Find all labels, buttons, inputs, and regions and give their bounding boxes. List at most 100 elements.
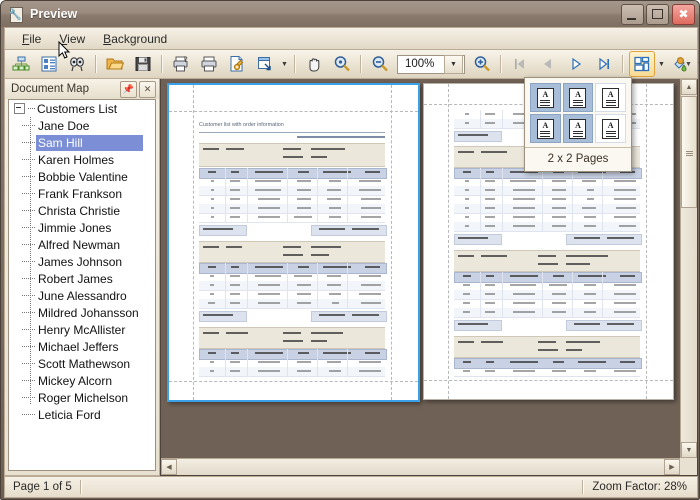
page-glyph: A	[570, 91, 585, 99]
menu-item-background[interactable]: Background	[94, 30, 176, 48]
tree-item-sam-hill[interactable]: Sam Hill	[9, 134, 155, 151]
tree-dash	[28, 108, 35, 110]
close-icon[interactable]: ✕	[139, 81, 156, 98]
page-thumbnail-icon: A	[569, 119, 586, 139]
tree-twig	[22, 414, 35, 415]
tree-item-mickey-alcorn[interactable]: Mickey Alcorn	[9, 372, 155, 389]
zoom-out-icon[interactable]	[367, 51, 393, 77]
preview-page-1[interactable]: Customer list with order information	[167, 83, 420, 402]
page-glyph: A	[538, 122, 553, 130]
scroll-up-button[interactable]: ▲	[681, 79, 697, 95]
open-icon[interactable]	[102, 51, 128, 77]
multiple-pages-cell-1[interactable]: A	[530, 83, 561, 112]
status-page-indicator: Page 1 of 5	[5, 481, 72, 493]
export-dropdown-caret[interactable]: ▼	[279, 52, 290, 76]
tree-root-label: Customers List	[37, 102, 117, 116]
background-color-dropdown-caret[interactable]: ▼	[695, 52, 700, 76]
tree-item-leticia-ford[interactable]: Leticia Ford	[9, 406, 155, 423]
scrollbar-corner	[680, 458, 697, 475]
save-icon[interactable]	[130, 51, 156, 77]
zoom-combo[interactable]: 100% ▼	[397, 55, 465, 74]
tree-item-scott-mathewson[interactable]: Scott Mathewson	[9, 355, 155, 372]
preview-app-icon: 🔧	[8, 6, 24, 22]
tree-item-label: Jimmie Jones	[38, 221, 115, 235]
toolbar-overflow-button[interactable]: ▼	[682, 53, 695, 75]
collapse-expander-icon[interactable]	[14, 103, 25, 114]
toolbar-separator	[622, 55, 624, 73]
multiple-pages-grid[interactable]: AAAAAA	[525, 78, 631, 147]
close-button[interactable]: ✖	[672, 4, 695, 25]
scroll-right-button[interactable]: ▶	[664, 459, 680, 475]
tree-item-christa-christie[interactable]: Christa Christie	[9, 202, 155, 219]
menu-item-view[interactable]: View	[50, 30, 94, 48]
tree-item-bobbie-valentine[interactable]: Bobbie Valentine	[9, 168, 155, 185]
vertical-scroll-thumb[interactable]	[681, 96, 697, 208]
scroll-down-button[interactable]: ▼	[681, 442, 697, 458]
next-page-icon[interactable]	[563, 51, 589, 77]
print-dialog-icon[interactable]: ?	[168, 51, 194, 77]
page-line	[606, 136, 616, 137]
multiple-pages-cell-4[interactable]: A	[530, 114, 561, 143]
page-thumbnail-icon: A	[602, 119, 619, 139]
search-icon[interactable]	[64, 51, 90, 77]
zoom-dropdown-caret[interactable]: ▼	[444, 55, 463, 74]
tree-twig	[22, 244, 35, 245]
horizontal-scrollbar[interactable]: ◀ ▶	[161, 458, 680, 475]
menu-bar: File View Background	[4, 27, 698, 49]
first-page-icon[interactable]	[507, 51, 533, 77]
thumbnails-icon[interactable]	[36, 51, 62, 77]
maximize-button[interactable]	[646, 4, 669, 25]
page-line	[606, 105, 616, 106]
tree-item-robert-james[interactable]: Robert James	[9, 270, 155, 287]
export-icon[interactable]	[252, 51, 278, 77]
tree-item-karen-holmes[interactable]: Karen Holmes	[9, 151, 155, 168]
last-page-icon[interactable]	[591, 51, 617, 77]
tree-item-june-alessandro[interactable]: June Alessandro	[9, 287, 155, 304]
tree-item-label: Christa Christie	[38, 204, 124, 218]
tree-item-jimmie-jones[interactable]: Jimmie Jones	[9, 219, 155, 236]
page-glyph: A	[603, 122, 618, 130]
tree-twig	[22, 142, 35, 143]
page-thumbnail-icon: A	[537, 88, 554, 108]
tree-item-alfred-newman[interactable]: Alfred Newman	[9, 236, 155, 253]
document-map-tree[interactable]: Customers List Jane DoeSam HillKaren Hol…	[8, 99, 156, 471]
tree-item-jane-doe[interactable]: Jane Doe	[9, 117, 155, 134]
tree-item-label: Scott Mathewson	[38, 357, 134, 371]
quick-print-icon[interactable]	[196, 51, 222, 77]
tree-twig	[22, 227, 35, 228]
menu-item-file[interactable]: File	[13, 30, 50, 48]
zoom-value[interactable]: 100%	[398, 58, 444, 70]
tree-item-michael-jeffers[interactable]: Michael Jeffers	[9, 338, 155, 355]
report-title: Customer list with order information	[199, 122, 284, 128]
tree-item-james-johnson[interactable]: James Johnson	[9, 253, 155, 270]
multiple-pages-dropdown-caret[interactable]: ▼	[656, 52, 667, 76]
tree-item-henry-mcallister[interactable]: Henry McAllister	[9, 321, 155, 338]
toolbar-separator	[294, 55, 296, 73]
multiple-pages-icon[interactable]	[629, 51, 655, 77]
multiple-pages-popup[interactable]: AAAAAA 2 x 2 Pages	[524, 77, 632, 172]
page-line	[540, 133, 550, 134]
document-map-icon[interactable]	[8, 51, 34, 77]
multiple-pages-cell-3[interactable]: A	[595, 83, 626, 112]
zoom-in-icon[interactable]	[469, 51, 495, 77]
tree-root-customers-list[interactable]: Customers List	[9, 100, 155, 117]
hand-tool-icon[interactable]	[301, 51, 327, 77]
pin-icon[interactable]: 📌	[120, 81, 137, 98]
tree-item-frank-frankson[interactable]: Frank Frankson	[9, 185, 155, 202]
scroll-left-button[interactable]: ◀	[161, 459, 177, 475]
multiple-pages-cell-5[interactable]: A	[563, 114, 594, 143]
page-setup-icon[interactable]	[224, 51, 250, 77]
tree-twig	[22, 346, 35, 347]
multiple-pages-cell-6[interactable]: A	[595, 114, 626, 143]
tree-item-mildred-johansson[interactable]: Mildred Johansson	[9, 304, 155, 321]
tree-twig	[22, 397, 35, 398]
magnifier-tool-icon[interactable]	[329, 51, 355, 77]
page-glyph: A	[603, 91, 618, 99]
vertical-scrollbar[interactable]: ▲ ▼	[680, 79, 697, 458]
tree-twig	[22, 261, 35, 262]
svg-text:?: ?	[184, 55, 188, 64]
previous-page-icon[interactable]	[535, 51, 561, 77]
minimize-button[interactable]	[621, 4, 644, 25]
multiple-pages-cell-2[interactable]: A	[563, 83, 594, 112]
tree-item-roger-michelson[interactable]: Roger Michelson	[9, 389, 155, 406]
